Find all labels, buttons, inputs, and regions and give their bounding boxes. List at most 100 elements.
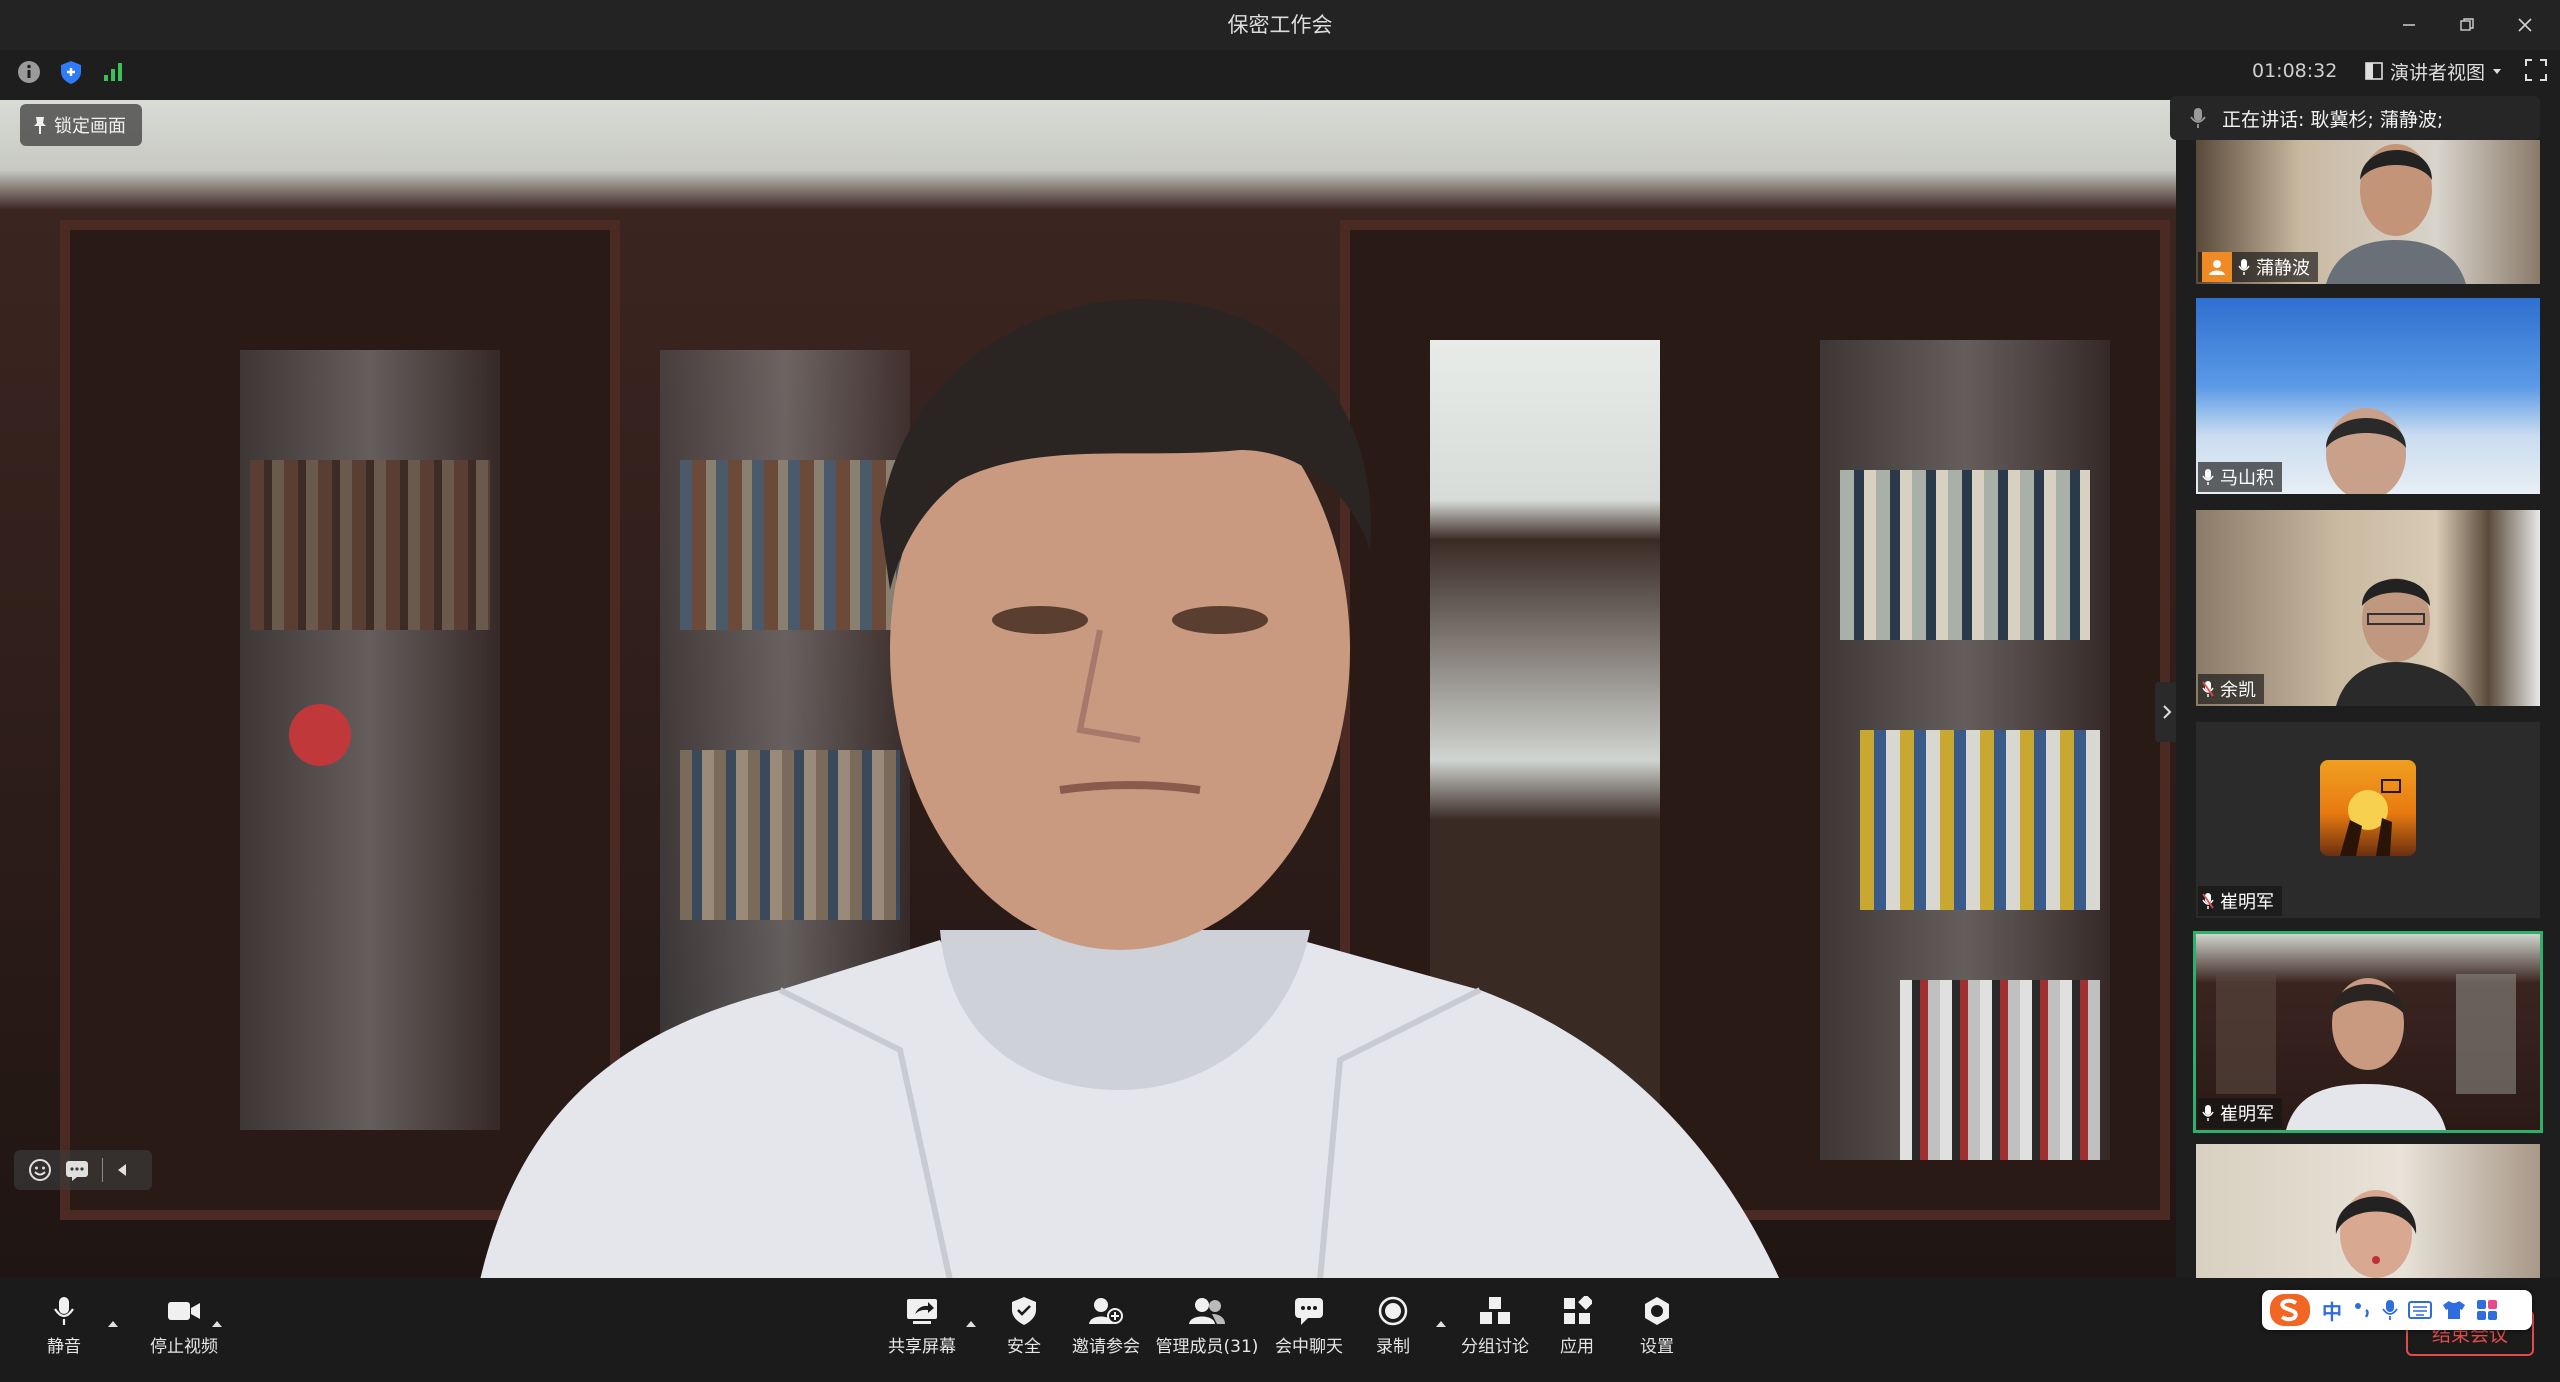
sogou-logo-icon[interactable]: [2268, 1292, 2312, 1328]
lock-screen-button[interactable]: 锁定画面: [20, 104, 142, 146]
window-title: 保密工作会: [1227, 13, 1333, 37]
microphone-muted-icon: [2202, 681, 2214, 697]
stop-video-button[interactable]: 停止视频: [134, 1296, 234, 1366]
host-icon: [2209, 260, 2225, 275]
breakout-rooms-label: 分组讨论: [1461, 1337, 1529, 1357]
settings-button[interactable]: 设置: [1638, 1296, 1676, 1366]
security-button[interactable]: 安全: [1004, 1296, 1044, 1366]
record-options-caret[interactable]: [1434, 1316, 1448, 1330]
books-row: [250, 460, 490, 630]
shield-icon: [61, 61, 81, 84]
share-screen-button[interactable]: 共享屏幕: [884, 1296, 960, 1366]
signal-icon: [104, 63, 122, 81]
view-mode-label: 演讲者视图: [2390, 61, 2486, 84]
minimize-button[interactable]: [2380, 0, 2438, 50]
apps-button[interactable]: 应用: [1558, 1296, 1596, 1366]
emoji-icon[interactable]: [28, 1158, 52, 1182]
title-bar: 保密工作会: [0, 0, 2560, 50]
toolbox-grid-icon[interactable]: [2476, 1299, 2498, 1321]
apps-icon: [1564, 1296, 1592, 1324]
caret-up-icon: [1436, 1321, 1446, 1327]
reactions-bar: [14, 1150, 152, 1190]
participant-tile[interactable]: 余凯: [2196, 510, 2540, 706]
gear-icon: [1645, 1297, 1669, 1325]
speaker-view-icon: [2365, 62, 2383, 80]
books-row: [1900, 980, 2100, 1160]
basketball-silhouette-icon: [2340, 779, 2401, 856]
encryption-button[interactable]: [58, 59, 84, 85]
video-options-caret[interactable]: [210, 1316, 224, 1330]
chat-icon: [1295, 1298, 1323, 1325]
participant-name: 崔明军: [2220, 892, 2274, 913]
participant-tile[interactable]: 崔明军: [2193, 931, 2543, 1133]
participant-tile[interactable]: 崔明军: [2196, 722, 2540, 918]
participant-name: 崔明军: [2220, 1104, 2274, 1125]
meeting-timer: 01:08:32: [2252, 60, 2338, 82]
chat-button[interactable]: 会中聊天: [1274, 1296, 1344, 1366]
mute-label: 静音: [47, 1337, 81, 1357]
microphone-icon: [2190, 108, 2206, 128]
audio-options-caret[interactable]: [106, 1316, 120, 1330]
restore-icon: [2460, 18, 2474, 31]
divider: [102, 1158, 103, 1182]
network-status-button[interactable]: [100, 59, 126, 85]
caret-up-icon: [966, 1321, 976, 1327]
settings-label: 设置: [1640, 1337, 1674, 1357]
punctuation-icon[interactable]: [2352, 1300, 2372, 1320]
microphone-muted-icon: [2202, 893, 2214, 909]
view-mode-dropdown[interactable]: 演讲者视图: [2364, 58, 2503, 84]
participant-label: 崔明军: [2198, 886, 2282, 916]
participant-tile[interactable]: 蒲静波: [2196, 140, 2540, 284]
keyboard-icon[interactable]: [2408, 1301, 2432, 1319]
books-row: [1860, 730, 2100, 910]
share-screen-label: 共享屏幕: [888, 1337, 956, 1357]
participant-tile[interactable]: 马山积: [2196, 298, 2540, 494]
share-screen-icon: [907, 1299, 937, 1324]
caret-up-icon: [212, 1321, 222, 1327]
close-button[interactable]: [2496, 0, 2554, 50]
participant-label: 崔明军: [2198, 1098, 2282, 1128]
participant-avatar: [2335, 1190, 2417, 1278]
participant-name: 余凯: [2220, 680, 2256, 701]
restore-button[interactable]: [2438, 0, 2496, 50]
minimize-icon: [2403, 24, 2415, 26]
stop-video-label: 停止视频: [150, 1337, 218, 1357]
record-icon: [1378, 1296, 1408, 1326]
participant-avatar: [2326, 408, 2406, 494]
meeting-info-button[interactable]: [16, 59, 42, 85]
skin-shirt-icon[interactable]: [2442, 1300, 2466, 1320]
participant-name: 蒲静波: [2256, 258, 2310, 279]
participant-avatar: [2320, 760, 2416, 856]
chat-label: 会中聊天: [1275, 1337, 1343, 1357]
lock-screen-label: 锁定画面: [54, 116, 126, 137]
collapse-left-icon[interactable]: [115, 1162, 129, 1178]
manage-participants-button[interactable]: 管理成员(31): [1156, 1296, 1258, 1366]
record-button[interactable]: 录制: [1374, 1296, 1412, 1366]
breakout-rooms-button[interactable]: 分组讨论: [1460, 1296, 1530, 1366]
video-camera-icon: [168, 1302, 200, 1320]
add-user-icon: [1089, 1298, 1123, 1324]
shield-icon: [1012, 1297, 1036, 1325]
danmaku-icon[interactable]: [64, 1158, 90, 1182]
microphone-icon: [2202, 469, 2214, 485]
participant-label: 蒲静波: [2198, 252, 2318, 282]
ime-mode-label[interactable]: 中: [2322, 1296, 2342, 1325]
participant-name: 马山积: [2220, 468, 2274, 489]
participant-label: 余凯: [2198, 674, 2264, 704]
main-video[interactable]: [0, 100, 2176, 1278]
share-options-caret[interactable]: [964, 1316, 978, 1330]
fullscreen-button[interactable]: [2524, 58, 2548, 82]
microphone-icon: [54, 1297, 74, 1325]
pin-icon: [34, 117, 46, 134]
security-label: 安全: [1007, 1337, 1041, 1357]
microphone-icon[interactable]: [2382, 1299, 2398, 1321]
mute-button[interactable]: 静音: [44, 1296, 84, 1366]
microphone-icon: [2238, 259, 2250, 275]
caret-down-icon: [2493, 69, 2502, 74]
participant-video-person: [480, 299, 1780, 1278]
fullscreen-icon: [2525, 59, 2547, 81]
invite-label: 邀请参会: [1072, 1337, 1140, 1357]
invite-button[interactable]: 邀请参会: [1070, 1296, 1142, 1366]
participant-tile[interactable]: [2196, 1144, 2540, 1278]
chevron-right-icon: [2163, 705, 2172, 719]
